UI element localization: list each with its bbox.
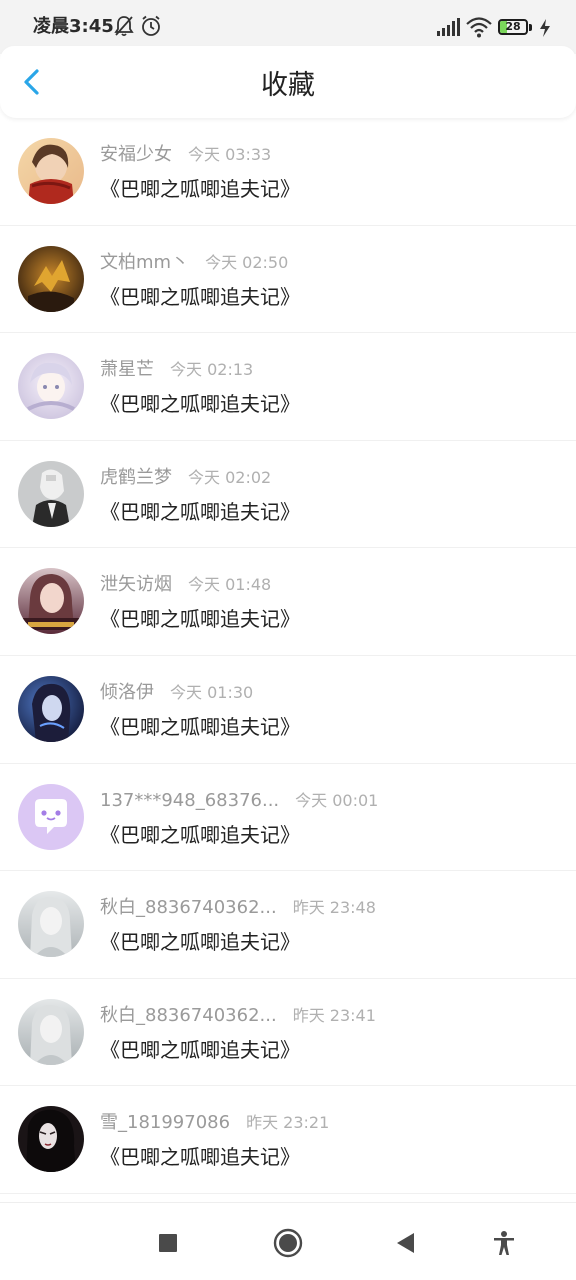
user-name[interactable]: 萧星芒: [100, 357, 154, 383]
avatar[interactable]: [18, 460, 84, 527]
item-time: 今天 02:02: [188, 467, 272, 487]
list-item[interactable]: 秋白_8836740362... 昨天 23:48 《巴唧之呱唧追夫记》: [0, 871, 576, 979]
avatar[interactable]: [18, 568, 84, 635]
item-title[interactable]: 《巴唧之呱唧追夫记》: [100, 389, 300, 419]
avatar[interactable]: [18, 1106, 84, 1173]
user-name[interactable]: 秋白_8836740362...: [100, 1003, 277, 1029]
list-item[interactable]: 泄矢访烟 今天 01:48 《巴唧之呱唧追夫记》: [0, 548, 576, 656]
avatar[interactable]: [18, 353, 84, 420]
item-meta: 虎鹤兰梦 今天 02:02: [100, 465, 271, 491]
item-time: 今天 00:01: [295, 790, 379, 810]
item-meta: 泄矢访烟 今天 01:48: [100, 572, 271, 598]
avatar[interactable]: [18, 891, 84, 958]
favorites-screen: 凌晨3:45 28 收藏 安福少女 今天 03:33 《巴唧之呱唧追夫记》 文柏…: [0, 0, 576, 1280]
user-name[interactable]: 倾洛伊: [100, 680, 154, 706]
user-name[interactable]: 雪_181997086: [100, 1110, 230, 1136]
user-name[interactable]: 安福少女: [100, 142, 172, 168]
recents-square-icon: [159, 1234, 177, 1252]
bell-off-icon: [114, 14, 134, 42]
list-item[interactable]: 萧星芒 今天 02:13 《巴唧之呱唧追夫记》: [0, 333, 576, 441]
back-nav-button[interactable]: [392, 1229, 420, 1257]
accessibility-icon: [494, 1231, 514, 1255]
header: 收藏: [0, 46, 576, 118]
item-title[interactable]: 《巴唧之呱唧追夫记》: [100, 604, 300, 634]
item-time: 今天 02:13: [170, 360, 254, 380]
status-time: 凌晨3:45: [33, 16, 114, 37]
item-title[interactable]: 《巴唧之呱唧追夫记》: [100, 1142, 300, 1172]
user-name[interactable]: 137***948_68376...: [100, 788, 279, 814]
user-name[interactable]: 泄矢访烟: [100, 572, 172, 598]
item-meta: 秋白_8836740362... 昨天 23:48: [100, 895, 376, 921]
page-title: 收藏: [261, 70, 315, 101]
user-name[interactable]: 文柏mm丶: [100, 250, 189, 276]
item-title[interactable]: 《巴唧之呱唧追夫记》: [100, 820, 300, 850]
item-title[interactable]: 《巴唧之呱唧追夫记》: [100, 497, 300, 527]
item-meta: 文柏mm丶 今天 02:50: [100, 250, 288, 276]
system-nav-bar: [0, 1202, 576, 1280]
item-meta: 倾洛伊 今天 01:30: [100, 680, 253, 706]
item-title[interactable]: 《巴唧之呱唧追夫记》: [100, 927, 300, 957]
home-circle-icon: [273, 1228, 303, 1258]
home-button[interactable]: [272, 1227, 304, 1259]
list-item[interactable]: 文柏mm丶 今天 02:50 《巴唧之呱唧追夫记》: [0, 226, 576, 334]
avatar[interactable]: [18, 675, 84, 742]
list-item[interactable]: 虎鹤兰梦 今天 02:02 《巴唧之呱唧追夫记》: [0, 441, 576, 549]
list-item[interactable]: 137***948_68376... 今天 00:01 《巴唧之呱唧追夫记》: [0, 764, 576, 872]
user-name[interactable]: 秋白_8836740362...: [100, 895, 277, 921]
item-title[interactable]: 《巴唧之呱唧追夫记》: [100, 1035, 300, 1065]
default-chat-avatar-icon[interactable]: [18, 783, 84, 850]
item-meta: 萧星芒 今天 02:13: [100, 357, 253, 383]
item-time: 昨天 23:41: [292, 1005, 376, 1025]
item-meta: 秋白_8836740362... 昨天 23:41: [100, 1003, 376, 1029]
item-title[interactable]: 《巴唧之呱唧追夫记》: [100, 712, 300, 742]
avatar[interactable]: [18, 998, 84, 1065]
back-triangle-icon: [397, 1233, 414, 1253]
battery-tip: [529, 24, 532, 31]
list-item[interactable]: 倾洛伊 今天 01:30 《巴唧之呱唧追夫记》: [0, 656, 576, 764]
avatar[interactable]: [18, 245, 84, 312]
signal-icon: [436, 17, 460, 41]
list-item[interactable]: 秋白_8836740362... 昨天 23:41 《巴唧之呱唧追夫记》: [0, 979, 576, 1087]
item-meta: 安福少女 今天 03:33: [100, 142, 271, 168]
list-item[interactable]: 安福少女 今天 03:33 《巴唧之呱唧追夫记》: [0, 118, 576, 226]
item-time: 昨天 23:21: [246, 1113, 330, 1133]
item-title[interactable]: 《巴唧之呱唧追夫记》: [100, 174, 300, 204]
item-time: 今天 03:33: [188, 145, 272, 164]
item-meta: 137***948_68376... 今天 00:01: [100, 788, 378, 814]
battery-icon: 28: [498, 19, 528, 35]
charging-icon: [539, 18, 551, 42]
item-time: 昨天 23:48: [292, 898, 376, 918]
item-time: 今天 01:30: [170, 682, 254, 702]
user-name[interactable]: 虎鹤兰梦: [100, 465, 172, 491]
item-time: 今天 02:50: [205, 252, 289, 272]
accessibility-button[interactable]: [490, 1229, 518, 1257]
battery-percent: 28: [505, 20, 521, 33]
list-item[interactable]: 雪_181997086 昨天 23:21 《巴唧之呱唧追夫记》: [0, 1086, 576, 1194]
item-meta: 雪_181997086 昨天 23:21: [100, 1110, 329, 1136]
wifi-icon: [466, 16, 492, 42]
recents-button[interactable]: [154, 1229, 182, 1257]
favorites-list: 安福少女 今天 03:33 《巴唧之呱唧追夫记》 文柏mm丶 今天 02:50 《巴唧之呱…: [0, 118, 576, 1202]
item-title[interactable]: 《巴唧之呱唧追夫记》: [100, 282, 300, 312]
avatar[interactable]: [18, 138, 84, 204]
alarm-icon: [140, 14, 162, 42]
item-time: 今天 01:48: [188, 575, 272, 595]
